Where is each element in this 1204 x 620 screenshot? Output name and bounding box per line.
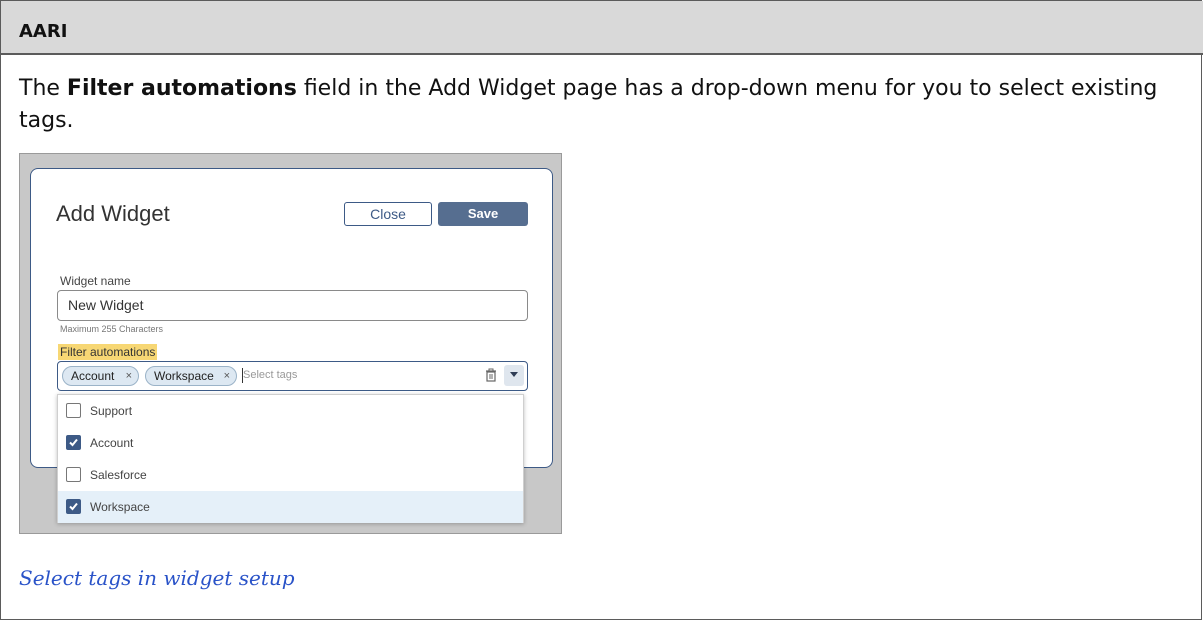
widget-name-hint: Maximum 255 Characters bbox=[60, 324, 164, 334]
option-label: Support bbox=[90, 404, 133, 418]
intro-bold-term: Filter automations bbox=[66, 76, 297, 101]
document-frame: AARI The Filter automations field in the… bbox=[0, 0, 1203, 620]
check-icon bbox=[69, 438, 78, 447]
tag-chip-account[interactable]: Account × bbox=[62, 366, 139, 386]
dropdown-toggle-button[interactable] bbox=[504, 365, 524, 386]
check-icon bbox=[69, 502, 78, 511]
widget-name-label: Widget name bbox=[60, 274, 131, 288]
checkbox[interactable] bbox=[66, 467, 81, 482]
figure-caption: Select tags in widget setup bbox=[19, 566, 295, 590]
screenshot-figure: Add Widget Close Save Widget name New Wi… bbox=[19, 153, 562, 534]
option-label: Salesforce bbox=[90, 468, 147, 482]
save-button[interactable]: Save bbox=[438, 202, 528, 226]
filter-tags-input[interactable]: Account × Workspace × Select tags bbox=[57, 361, 528, 391]
trash-icon[interactable] bbox=[485, 368, 499, 384]
tags-placeholder: Select tags bbox=[243, 369, 298, 381]
dropdown-option-workspace[interactable]: Workspace bbox=[58, 491, 523, 523]
option-label: Account bbox=[90, 436, 134, 450]
checkbox[interactable] bbox=[66, 403, 81, 418]
intro-paragraph: The Filter automations field in the Add … bbox=[19, 73, 1169, 137]
section-title: AARI bbox=[19, 21, 68, 42]
modal-title: Add Widget bbox=[56, 201, 170, 226]
tag-chip-label: Workspace bbox=[154, 369, 214, 383]
checkbox-checked[interactable] bbox=[66, 499, 81, 514]
dropdown-option-salesforce[interactable]: Salesforce bbox=[58, 459, 523, 491]
tag-dropdown-menu: Support Account Salesforce Workspace bbox=[57, 394, 524, 523]
remove-tag-icon[interactable]: × bbox=[224, 367, 230, 385]
tag-chip-workspace[interactable]: Workspace × bbox=[145, 366, 237, 386]
checkbox-checked[interactable] bbox=[66, 435, 81, 450]
filter-automations-label: Filter automations bbox=[58, 344, 158, 360]
dropdown-option-support[interactable]: Support bbox=[58, 395, 523, 427]
section-header: AARI bbox=[1, 1, 1203, 55]
close-button[interactable]: Close bbox=[344, 202, 432, 226]
option-label: Workspace bbox=[90, 500, 150, 514]
chevron-down-icon bbox=[510, 372, 518, 377]
intro-text-before: The bbox=[19, 76, 67, 101]
dropdown-option-account[interactable]: Account bbox=[58, 427, 523, 459]
remove-tag-icon[interactable]: × bbox=[126, 367, 132, 385]
tag-chip-label: Account bbox=[71, 369, 115, 383]
widget-name-input[interactable]: New Widget bbox=[57, 290, 528, 321]
